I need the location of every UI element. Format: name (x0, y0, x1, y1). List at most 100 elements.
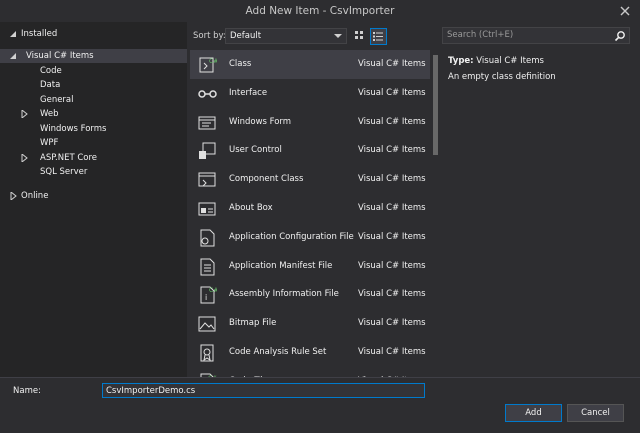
tree-item-label: ASP.NET Core (40, 152, 98, 163)
interface-icon (198, 90, 217, 98)
manifest-file-icon (200, 258, 215, 276)
tree-item[interactable]: Web (0, 107, 187, 121)
name-label: Name: (13, 386, 41, 396)
type-label: Type: (448, 56, 474, 66)
component-class-icon (198, 172, 216, 187)
template-category: Visual C# Items (358, 174, 426, 185)
collapsed-triangle-icon[interactable] (21, 153, 29, 162)
template-row[interactable]: About Box Visual C# Items (190, 194, 430, 223)
template-row[interactable]: User Control Visual C# Items (190, 136, 430, 165)
search-placeholder: Search (Ctrl+E) (447, 30, 514, 40)
template-name: Interface (229, 87, 268, 98)
config-file-icon (200, 229, 215, 247)
template-name: Windows Form (229, 116, 292, 127)
template-row[interactable]: Bitmap File Visual C# Items (190, 309, 430, 338)
scrollbar-thumb[interactable] (433, 55, 438, 155)
template-category: Visual C# Items (358, 87, 426, 98)
tree-item[interactable]: Windows Forms (0, 122, 187, 136)
category-tree: Installed Visual C# Items Code Data General… (0, 22, 187, 377)
template-name: Assembly Information File (229, 289, 339, 300)
template-category: Visual C# Items (358, 231, 426, 242)
tree-item-label: SQL Server (40, 167, 88, 177)
close-icon[interactable] (618, 4, 632, 18)
search-input[interactable]: Search (Ctrl+E) (442, 27, 630, 44)
sort-by-dropdown[interactable]: Default (225, 28, 347, 44)
tree-item-label: Data (40, 80, 61, 90)
title-bar: Add New Item - CsvImporter (0, 0, 640, 22)
template-category: Visual C# Items (358, 289, 426, 300)
list-view-icon (373, 32, 383, 41)
add-button[interactable]: Add (505, 404, 562, 422)
template-row[interactable]: Windows Form Visual C# Items (190, 108, 430, 137)
chevron-down-icon (334, 34, 342, 38)
template-category: Visual C# Items (358, 145, 426, 156)
template-category: Visual C# Items (358, 260, 426, 271)
expanded-triangle-icon[interactable] (9, 52, 17, 60)
tree-item-label: General (40, 94, 74, 105)
template-category: Visual C# Items (358, 59, 426, 69)
collapsed-triangle-icon[interactable] (21, 110, 29, 118)
template-row[interactable]: iC# Assembly Information File Visual C# It… (190, 280, 430, 309)
template-category: Visual C# Items (358, 347, 426, 357)
list-view-button[interactable] (370, 28, 387, 45)
tree-item[interactable]: ASP.NET Core (0, 151, 187, 165)
assembly-info-icon: iC# (200, 286, 217, 304)
template-row[interactable]: C# Class Visual C# Items (190, 50, 430, 79)
tree-installed[interactable]: Installed (0, 26, 187, 44)
template-category: Visual C# Items (358, 116, 426, 127)
type-value: Visual C# Items (476, 56, 544, 66)
tree-online-label: Online (21, 191, 49, 201)
template-name: Code Analysis Rule Set (229, 347, 327, 357)
template-row[interactable]: Interface Visual C# Items (190, 79, 430, 108)
template-row[interactable]: C#Code FileVisual C# Items (190, 367, 430, 377)
collapsed-triangle-icon[interactable] (10, 192, 18, 200)
tree-item-label: Windows Forms (40, 123, 107, 134)
svg-text:i: i (205, 293, 207, 302)
template-name: Component Class (229, 174, 304, 185)
user-control-icon (199, 142, 216, 160)
template-name: Application Configuration File (229, 231, 354, 242)
rule-set-icon (200, 344, 214, 362)
tree-item[interactable]: Visual C# Items (0, 49, 187, 63)
name-input[interactable] (102, 383, 425, 398)
tree-item[interactable]: Data (0, 78, 187, 92)
item-description: An empty class definition (448, 72, 556, 82)
search-icon[interactable] (614, 30, 626, 42)
tree-item-label: WPF (40, 138, 59, 148)
template-list-scrollbar[interactable] (432, 50, 439, 377)
template-category: Visual C# Items (358, 203, 426, 213)
tree-item-label: Web (40, 109, 59, 119)
template-name: Class (229, 59, 252, 69)
tree-item-label: Visual C# Items (26, 51, 94, 61)
sort-by-value: Default (230, 31, 262, 41)
template-name: Bitmap File (229, 318, 277, 329)
cancel-button[interactable]: Cancel (567, 404, 624, 422)
tree-item[interactable]: General (0, 93, 187, 107)
window-title: Add New Item - CsvImporter (245, 5, 395, 17)
template-name: User Control (229, 145, 282, 156)
tree-item[interactable]: WPF (0, 136, 187, 150)
tree-item[interactable]: Code (0, 64, 187, 78)
tree-item-label: Code (40, 65, 62, 76)
template-name: Application Manifest File (229, 260, 333, 271)
svg-text:C#: C# (209, 287, 217, 294)
medium-icons-view-button[interactable] (352, 28, 369, 45)
template-category: Visual C# Items (358, 318, 426, 329)
windows-form-icon (198, 116, 216, 130)
class-icon: C# (199, 57, 217, 73)
sort-by-label: Sort by: (193, 31, 226, 41)
grid-view-icon (355, 31, 363, 39)
template-row[interactable]: Component Class Visual C# Items (190, 165, 430, 194)
template-list: C# Class Visual C# Items Interface Visual C#… (190, 50, 430, 377)
tree-item[interactable]: SQL Server (0, 165, 187, 179)
template-row[interactable]: Code Analysis Rule Set Visual C# Items (190, 338, 430, 367)
bitmap-file-icon (198, 316, 216, 332)
expanded-triangle-icon[interactable] (9, 30, 17, 38)
tree-installed-label: Installed (21, 29, 58, 39)
template-row[interactable]: Application Manifest File Visual C# Items (190, 252, 430, 281)
tree-online[interactable]: Online (0, 188, 187, 206)
template-row[interactable]: Application Configuration File Visual C# … (190, 223, 430, 252)
about-box-icon (198, 202, 216, 216)
template-name: About Box (229, 203, 273, 213)
svg-text:C#: C# (209, 58, 217, 65)
